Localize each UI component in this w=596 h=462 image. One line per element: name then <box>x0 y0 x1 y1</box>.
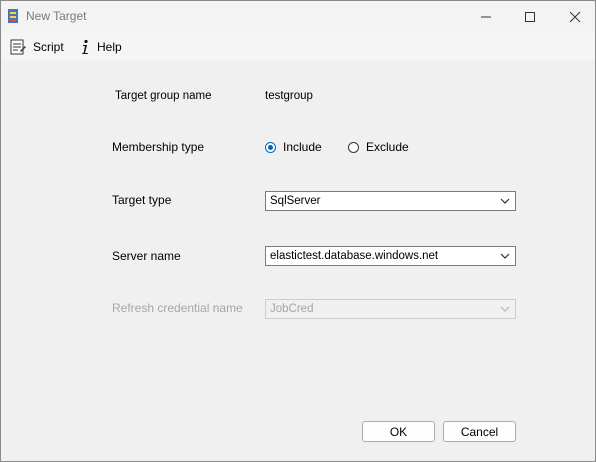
include-radio-circle[interactable] <box>265 141 276 153</box>
close-button[interactable] <box>552 1 596 32</box>
script-button[interactable]: Script <box>9 37 64 57</box>
exclude-radio-label[interactable]: Exclude <box>366 140 409 154</box>
chevron-down-icon <box>500 306 510 312</box>
include-radio-label[interactable]: Include <box>283 140 322 154</box>
app-icon <box>8 9 18 23</box>
minimize-icon <box>481 16 491 17</box>
server-name-select[interactable]: elastictest.database.windows.net <box>265 246 516 266</box>
title-bar: New Target <box>1 1 595 32</box>
target-group-name-value: testgroup <box>265 90 313 102</box>
toolbar: Script Help <box>1 32 595 60</box>
target-type-value: SqlServer <box>270 195 321 207</box>
script-label: Script <box>33 40 64 54</box>
chevron-down-icon[interactable] <box>500 252 510 260</box>
target-type-select[interactable]: SqlServer <box>265 191 516 211</box>
help-button[interactable]: Help <box>79 37 122 57</box>
cancel-button[interactable]: Cancel <box>443 421 516 442</box>
new-target-dialog: New Target Script Help Target group name… <box>0 0 596 462</box>
membership-type-label: Membership type <box>112 140 205 154</box>
refresh-credential-value: JobCred <box>270 303 314 315</box>
server-name-value: elastictest.database.windows.net <box>270 250 439 262</box>
maximize-button[interactable] <box>507 1 553 32</box>
exclude-radio-circle[interactable] <box>348 141 359 153</box>
exclude-radio[interactable]: Exclude <box>348 140 409 154</box>
target-type-label: Target type <box>112 193 172 207</box>
window-title: New Target <box>26 9 87 23</box>
target-group-name-label: Target group name <box>115 90 212 102</box>
script-icon <box>10 39 26 55</box>
chevron-down-icon[interactable] <box>500 197 510 205</box>
refresh-credential-select: JobCred <box>265 299 516 319</box>
minimize-button[interactable] <box>463 1 509 32</box>
help-label: Help <box>97 40 122 54</box>
close-icon <box>569 11 581 22</box>
refresh-credential-label: Refresh credential name <box>112 301 243 315</box>
server-name-label: Server name <box>112 249 181 263</box>
info-icon <box>82 39 88 54</box>
include-radio[interactable]: Include <box>265 140 322 154</box>
maximize-icon <box>525 11 535 22</box>
ok-button[interactable]: OK <box>362 421 435 442</box>
